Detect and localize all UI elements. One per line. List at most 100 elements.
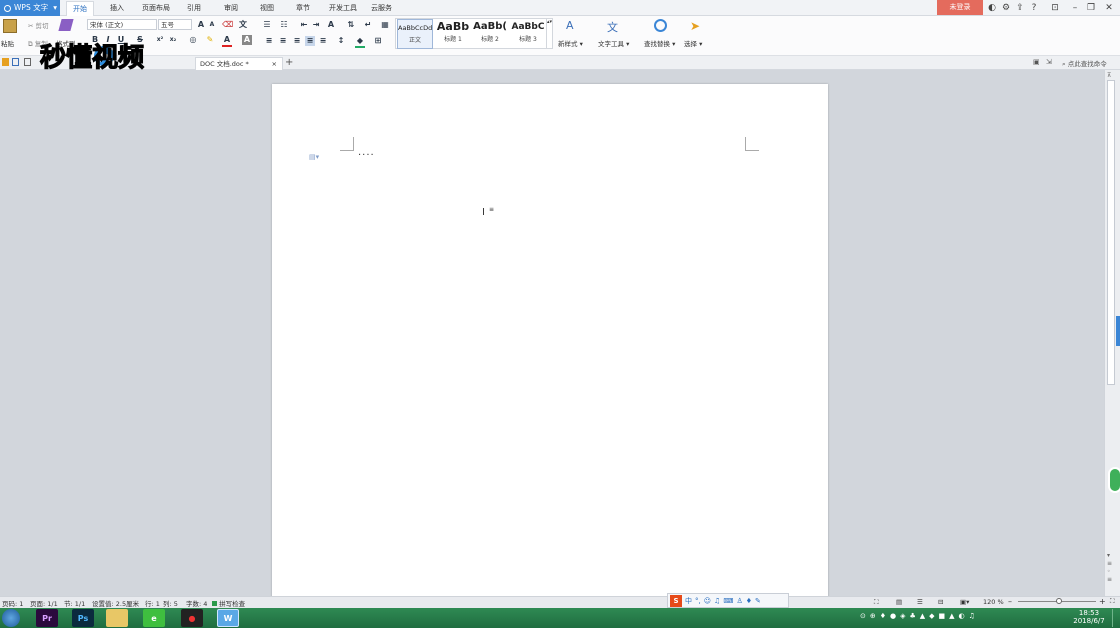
paragraph-layout-icon[interactable]: ▤▾ bbox=[309, 153, 319, 161]
text-tools-icon[interactable]: 文 bbox=[607, 19, 618, 35]
document-body-text[interactable]: ···· bbox=[358, 150, 375, 161]
system-tray-icons[interactable]: ⊙⊕♦●◈♣▲◆■▲◐♫ bbox=[860, 612, 979, 620]
table-icon[interactable]: ▦ bbox=[380, 20, 390, 30]
char-shading-icon[interactable]: A bbox=[242, 35, 252, 45]
status-page-number[interactable]: 页码: 1 bbox=[2, 598, 23, 608]
style-heading-3[interactable]: AaBbC 标题 3 bbox=[509, 19, 547, 49]
text-tools-button[interactable]: 文字工具 ▾ bbox=[598, 38, 629, 48]
keyboard-icon[interactable]: ⌨ bbox=[723, 597, 733, 605]
align-left-icon[interactable]: ≡ bbox=[264, 36, 274, 46]
new-tab-icon[interactable]: + bbox=[285, 57, 293, 68]
gear-icon[interactable]: ⚙ bbox=[999, 1, 1013, 15]
taskbar-file-explorer-icon[interactable] bbox=[106, 609, 128, 627]
web-view-icon[interactable]: ⊟ bbox=[938, 598, 943, 606]
fit-window-icon[interactable]: ⛶ bbox=[1110, 597, 1115, 606]
login-button[interactable]: 未登录 bbox=[937, 0, 983, 15]
increase-indent-icon[interactable]: ⇥ bbox=[311, 20, 321, 30]
ime-user-icon[interactable]: ♙ bbox=[736, 597, 742, 605]
line-spacing-icon[interactable]: ↕ bbox=[336, 36, 346, 46]
menu-tab-references[interactable]: 引用 bbox=[181, 1, 207, 16]
print-icon[interactable] bbox=[24, 58, 31, 66]
cut-button[interactable]: ✂ 剪切 bbox=[28, 20, 49, 30]
menu-tab-page-layout[interactable]: 页面布局 bbox=[136, 1, 176, 16]
status-section[interactable]: 节: 1/1 bbox=[64, 598, 85, 608]
style-normal[interactable]: AaBbCcDd 正文 bbox=[397, 19, 433, 49]
style-heading-2[interactable]: AaBb( 标题 2 bbox=[472, 19, 508, 49]
search-icon[interactable] bbox=[654, 19, 667, 32]
show-desktop-button[interactable] bbox=[1112, 609, 1120, 627]
status-page-count[interactable]: 页面: 1/1 bbox=[30, 598, 58, 608]
font-color-icon[interactable]: A bbox=[222, 35, 232, 47]
decrease-indent-icon[interactable]: ⇤ bbox=[299, 20, 309, 30]
spell-check-toggle[interactable]: 拼写检查 bbox=[212, 598, 245, 608]
menu-tab-view[interactable]: 视图 bbox=[254, 1, 280, 16]
ime-toolbar[interactable]: S 中 °, ☺ ♫ ⌨ ♙ ♦ ✎ bbox=[667, 593, 789, 608]
skin-shirt-icon[interactable]: ♦ bbox=[746, 597, 752, 605]
distribute-icon[interactable]: ≡ bbox=[318, 36, 328, 46]
outline-view-icon[interactable]: ☰ bbox=[917, 598, 923, 606]
style-heading-1[interactable]: AaBb 标题 1 bbox=[435, 19, 471, 49]
clear-format-icon[interactable]: ⌫ bbox=[222, 20, 233, 30]
menu-tab-insert[interactable]: 插入 bbox=[104, 1, 130, 16]
command-search[interactable]: ⌕ 点此查找命令 bbox=[1062, 58, 1107, 69]
status-word-count[interactable]: 字数: 4 bbox=[186, 598, 207, 608]
minimize-icon[interactable]: – bbox=[1068, 1, 1082, 15]
font-size-select[interactable]: 五号 bbox=[158, 19, 192, 30]
paste-button[interactable]: 粘贴 bbox=[1, 38, 14, 48]
emoji-icon[interactable]: ☺ bbox=[704, 597, 711, 605]
pinyin-icon[interactable]: 文 bbox=[238, 20, 248, 30]
align-right-icon[interactable]: ≡ bbox=[292, 36, 302, 46]
paragraph-shading-icon[interactable]: ◆ bbox=[355, 36, 365, 48]
open-folder-icon[interactable] bbox=[2, 58, 9, 66]
cursor-select-icon[interactable]: ➤ bbox=[690, 19, 700, 33]
ime-mode-label[interactable]: 中 bbox=[685, 596, 692, 606]
paste-icon[interactable] bbox=[3, 19, 17, 33]
taskbar-browser-icon[interactable]: e bbox=[143, 609, 165, 627]
skin-icon[interactable]: ◐ bbox=[985, 1, 999, 15]
numbering-icon[interactable]: ☷ bbox=[279, 20, 289, 30]
scroll-top-icon[interactable]: ⊼ bbox=[1107, 72, 1111, 79]
sort-icon[interactable]: ⇅ bbox=[346, 20, 356, 30]
font-name-select[interactable]: 宋体 (正文) bbox=[87, 19, 157, 30]
align-center-icon[interactable]: ≡ bbox=[278, 36, 288, 46]
find-replace-button[interactable]: 查找替换 ▾ bbox=[644, 38, 675, 48]
show-marks-icon[interactable]: ↵ bbox=[363, 20, 373, 30]
fullscreen-icon[interactable]: ⛶ bbox=[874, 598, 879, 607]
close-icon[interactable]: ✕ bbox=[1102, 1, 1116, 15]
menu-tab-review[interactable]: 审阅 bbox=[218, 1, 244, 16]
justify-icon[interactable]: ≡ bbox=[305, 36, 315, 46]
styles-scroll[interactable]: ▴▾ bbox=[546, 19, 552, 48]
wrench-icon[interactable]: ✎ bbox=[755, 597, 761, 605]
zoom-in-icon[interactable]: + bbox=[1099, 597, 1106, 606]
sidebar-toggle-icon[interactable]: ▣ bbox=[1033, 58, 1040, 66]
scroll-nav-icons[interactable]: ▾ ≡ ◦ ≡ bbox=[1107, 552, 1112, 584]
document-page[interactable] bbox=[272, 84, 828, 604]
help-icon[interactable]: ? bbox=[1027, 1, 1041, 15]
bullets-icon[interactable]: ☰ bbox=[262, 20, 272, 30]
floating-assistant-icon[interactable] bbox=[1108, 467, 1120, 493]
save-icon[interactable] bbox=[12, 58, 19, 66]
share-icon[interactable]: ⇪ bbox=[1013, 1, 1027, 15]
restore-ribbon-icon[interactable]: ⊡ bbox=[1048, 1, 1062, 15]
side-panel-handle[interactable] bbox=[1116, 316, 1120, 346]
taskbar-recorder-icon[interactable]: ● bbox=[181, 609, 203, 627]
zoom-level[interactable]: 120 % bbox=[983, 598, 1004, 606]
close-tab-icon[interactable]: × bbox=[272, 58, 277, 70]
taskbar-wps-writer[interactable]: W bbox=[217, 609, 239, 627]
maximize-icon[interactable]: ❐ bbox=[1084, 1, 1098, 15]
pin-icon[interactable]: ⇲ bbox=[1046, 58, 1052, 66]
wps-app-menu-button[interactable]: WPS 文字 ▾ bbox=[0, 0, 60, 16]
menu-tab-home[interactable]: 开始 bbox=[66, 1, 94, 16]
taskbar-premiere[interactable]: Pr bbox=[36, 609, 58, 627]
page-view-icon[interactable]: ▤ bbox=[896, 598, 902, 606]
taskbar-photoshop[interactable]: Ps bbox=[72, 609, 94, 627]
punctuation-icon[interactable]: °, bbox=[695, 597, 701, 605]
clock[interactable]: 18:53 2018/6/7 bbox=[1072, 609, 1106, 625]
new-style-button[interactable]: 新样式 ▾ bbox=[558, 38, 583, 48]
new-style-icon[interactable]: A bbox=[566, 19, 574, 32]
zoom-out-icon[interactable]: – bbox=[1008, 597, 1012, 606]
menu-tab-developer[interactable]: 开发工具 bbox=[323, 1, 363, 16]
text-direction-icon[interactable]: A bbox=[326, 20, 336, 30]
menu-tab-cloud[interactable]: 云服务 bbox=[365, 1, 398, 16]
status-setting[interactable]: 设置值: 2.5厘米 bbox=[92, 598, 139, 608]
